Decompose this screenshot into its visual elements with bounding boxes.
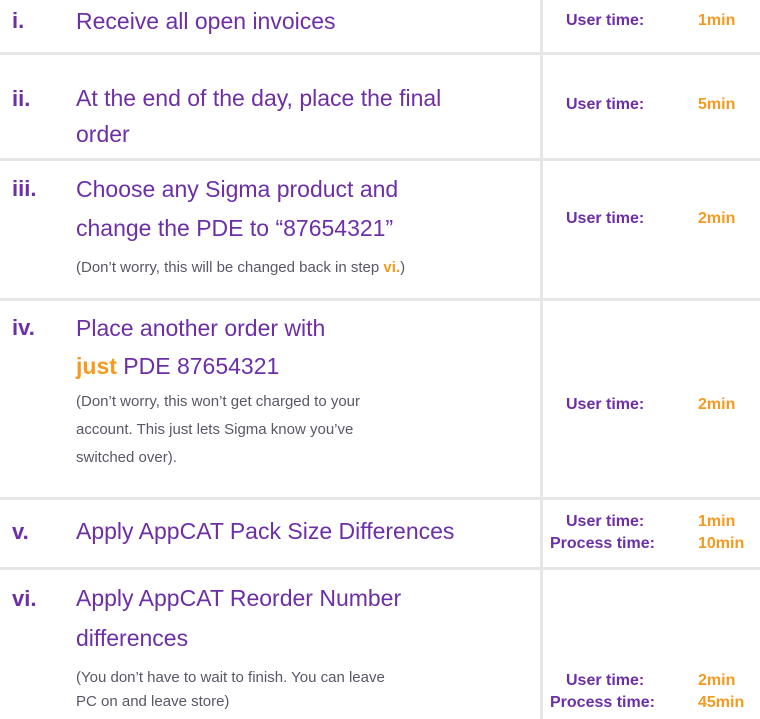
step-text: Receive all open invoices	[76, 8, 336, 34]
time-label: User time:	[566, 672, 645, 689]
step-reference: vi.	[383, 259, 401, 276]
step-numeral: i.	[12, 8, 25, 33]
column-divider	[540, 0, 543, 719]
step-note-line: (Don’t worry, this won’t get charged to …	[76, 393, 361, 410]
step-text-line: Place another order with	[76, 315, 326, 341]
step-text-line: order	[76, 121, 130, 147]
time-value: 1min	[698, 513, 736, 530]
time-value: 2min	[698, 396, 736, 413]
time-label: Process time:	[550, 535, 655, 552]
step-text: Apply AppCAT Pack Size Differences	[76, 518, 455, 544]
step-numeral: vi.	[12, 586, 37, 611]
step-text-line: Choose any Sigma product and	[76, 176, 399, 202]
row-divider	[0, 497, 760, 500]
row-divider	[0, 52, 760, 55]
time-value: 45min	[698, 694, 745, 711]
time-label: User time:	[566, 396, 645, 413]
time-label: User time:	[566, 210, 645, 227]
time-label: User time:	[566, 12, 645, 29]
time-value: 5min	[698, 96, 736, 113]
time-label: User time:	[566, 513, 645, 530]
time-value: 2min	[698, 210, 736, 227]
time-label: User time:	[566, 96, 645, 113]
step-text-line: Apply AppCAT Reorder Number	[76, 585, 402, 611]
step-text-line: change the PDE to “87654321”	[76, 215, 394, 241]
row-divider	[0, 158, 760, 161]
step-note-line: (You don’t have to wait to finish. You c…	[76, 669, 385, 686]
step-text-line: differences	[76, 625, 189, 651]
time-value: 1min	[698, 12, 736, 29]
row-divider	[0, 298, 760, 301]
time-value: 2min	[698, 672, 736, 689]
step-text-line: At the end of the day, place the final	[76, 85, 442, 111]
emphasis-word: just	[76, 353, 117, 379]
time-label: Process time:	[550, 694, 655, 711]
step-numeral: v.	[12, 519, 29, 544]
step-numeral: iii.	[12, 176, 37, 201]
time-value: 10min	[698, 535, 745, 552]
step-numeral: ii.	[12, 86, 31, 111]
step-note: (Don’t worry, this will be changed back …	[76, 259, 406, 276]
step-note-line: PC on and leave store)	[76, 693, 230, 710]
step-text-line: just PDE 87654321	[76, 353, 280, 379]
step-note-line: account. This just lets Sigma know you’v…	[76, 421, 354, 438]
row-divider	[0, 567, 760, 570]
step-numeral: iv.	[12, 315, 35, 340]
step-note-line: switched over).	[76, 449, 177, 466]
